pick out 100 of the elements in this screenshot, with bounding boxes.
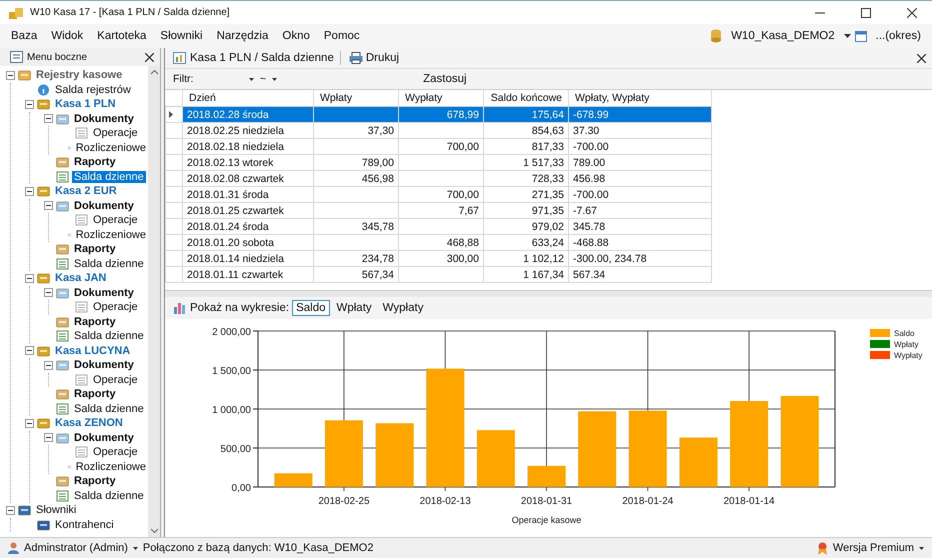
table-row[interactable]: 2018.01.11 czwartek 567,34 1 167,34 567.34 xyxy=(166,266,712,282)
close-icon[interactable] xyxy=(917,54,926,62)
table-row[interactable]: 2018.02.25 niedziela 37,30 854,63 37.30 xyxy=(166,122,712,138)
table-row[interactable]: 2018.02.08 czwartek 456,98 728,33 456.98 xyxy=(166,170,712,186)
collapse-icon[interactable] xyxy=(6,506,15,515)
series-toggle[interactable]: Wypłaty xyxy=(378,300,428,316)
series-toggle[interactable]: Wpłaty xyxy=(332,300,376,316)
tree-item[interactable]: Dokumenty xyxy=(72,200,136,212)
tree-item[interactable]: Salda dzienne xyxy=(72,170,146,183)
table-cell: 2018.02.25 niedziela xyxy=(187,124,284,136)
tree-item[interactable]: Raporty xyxy=(72,388,118,400)
tree-item[interactable]: Raporty xyxy=(72,475,118,488)
cash-box-icon xyxy=(37,417,50,430)
tree-item[interactable]: Kasa ZENON xyxy=(53,417,125,430)
apply-button[interactable]: Zastosuj xyxy=(421,73,469,85)
cash-box-icon xyxy=(37,344,50,357)
tree-item[interactable]: Kasa LUCYNA xyxy=(53,344,132,357)
bar xyxy=(376,423,414,487)
tree-item[interactable]: Rejestry kasowe xyxy=(34,69,124,82)
tree-item[interactable]: Rozliczeniowe xyxy=(74,228,148,241)
tree-item[interactable]: Salda rejestrów xyxy=(53,84,133,96)
tree-item[interactable]: Salda dzienne xyxy=(72,330,146,342)
tree-item[interactable]: Kasa 2 EUR xyxy=(53,185,119,198)
tree-item[interactable]: Operacje xyxy=(91,374,140,386)
tree-item[interactable]: Dokumenty xyxy=(72,359,136,372)
table-cell: 2018.01.20 sobota xyxy=(187,236,274,248)
close-icon[interactable] xyxy=(907,8,917,18)
collapse-icon[interactable] xyxy=(6,70,15,80)
chart-icon xyxy=(56,330,69,342)
collapse-icon[interactable] xyxy=(25,186,34,196)
table-cell: 2018.02.13 wtorek xyxy=(187,156,274,168)
collapse-icon[interactable] xyxy=(25,418,34,428)
scrollbar[interactable] xyxy=(148,66,160,537)
ribbon-icon xyxy=(816,542,828,554)
tree-item[interactable]: Dokumenty xyxy=(72,432,136,444)
menu-item[interactable]: Widok xyxy=(46,30,88,42)
database-icon xyxy=(710,29,722,43)
tree-item[interactable]: Raporty xyxy=(72,243,118,256)
menu-item[interactable]: Okno xyxy=(277,30,315,42)
tree-item[interactable]: Rozliczeniowe xyxy=(74,142,148,154)
tree-item[interactable]: Operacje xyxy=(91,301,140,314)
period-dropdown[interactable]: ...(okres) xyxy=(870,30,926,42)
collapse-icon[interactable] xyxy=(25,274,34,283)
legend-label: Wpłaty xyxy=(894,340,918,349)
tree-item[interactable]: Kasa 1 PLN xyxy=(53,98,118,110)
table-row[interactable]: 2018.01.25 czwartek 7,67 971,35 -7.67 xyxy=(166,202,712,218)
table-row[interactable]: 2018.02.18 niedziela 700,00 817,33 -700.00 xyxy=(166,138,712,154)
database-dropdown[interactable]: W10_Kasa_DEMO2 xyxy=(726,30,840,42)
table-row[interactable]: 2018.01.20 sobota 468,88 633,24 -468.88 xyxy=(166,234,712,250)
menu-item[interactable]: Pomoc xyxy=(318,30,365,42)
y-tick-label: 0,00 xyxy=(232,483,251,494)
bar xyxy=(476,430,515,487)
menu-item[interactable]: Baza xyxy=(6,30,42,42)
table-cell: 2018.02.28 środa xyxy=(187,108,269,120)
tree-item[interactable]: Rozliczeniowe xyxy=(74,460,148,473)
maximize-icon[interactable] xyxy=(861,8,871,18)
collapse-icon[interactable] xyxy=(25,346,34,356)
tree-item[interactable]: Kasa JAN xyxy=(53,272,108,284)
table-row[interactable]: 2018.01.31 środa 700,00 271,35 -700.00 xyxy=(166,186,712,202)
menu-item[interactable]: Kartoteka xyxy=(92,30,152,42)
table-row[interactable]: 2018.01.14 niedziela 234,78 300,00 1 102,12 -300.00, 234.78 xyxy=(166,250,712,266)
collapse-icon[interactable] xyxy=(44,433,53,442)
user-status[interactable]: Adminstrator (Admin) xyxy=(24,542,128,554)
close-icon[interactable] xyxy=(145,52,154,62)
print-button[interactable]: Drukuj xyxy=(346,52,402,64)
tree-item[interactable]: Salda dzienne xyxy=(72,490,146,502)
table-cell: 175,64 xyxy=(532,108,564,120)
tree-item[interactable]: Dokumenty xyxy=(72,112,136,125)
table-row[interactable]: 2018.02.13 wtorek 789,00 1 517,33 789.00 xyxy=(166,154,712,170)
table-cell: 37.30 xyxy=(573,124,600,136)
tree-item[interactable]: Operacje xyxy=(91,446,140,458)
dropdown-arrow-icon[interactable] xyxy=(919,546,924,550)
table-cell: 789.00 xyxy=(573,156,606,168)
dropdown-arrow-icon[interactable] xyxy=(844,34,851,38)
scroll-up-icon[interactable] xyxy=(150,70,158,75)
tree-item[interactable]: Raporty xyxy=(72,316,118,328)
collapse-icon[interactable] xyxy=(44,114,53,124)
collapse-icon[interactable] xyxy=(44,360,53,370)
collapse-icon[interactable] xyxy=(44,201,53,210)
menu-item[interactable]: Narzędzia xyxy=(212,30,274,42)
edition-status[interactable]: Wersja Premium xyxy=(832,542,914,554)
tree-item[interactable]: Operacje xyxy=(91,127,140,140)
table-row[interactable]: 2018.02.28 środa 678,99 175,64 -678.99 xyxy=(166,106,712,122)
tree-item[interactable]: Operacje xyxy=(91,214,140,226)
dropdown-arrow-icon[interactable] xyxy=(249,78,254,80)
scroll-down-icon[interactable] xyxy=(150,528,158,533)
tree-item[interactable]: Salda dzienne xyxy=(72,402,146,415)
tree-item[interactable]: Słowniki xyxy=(34,504,78,516)
tree-item[interactable]: Raporty xyxy=(72,156,118,168)
dropdown-arrow-icon[interactable] xyxy=(272,78,278,80)
table-row[interactable]: 2018.01.24 środa 345,78 979,02 345.78 xyxy=(166,218,712,234)
series-toggle[interactable]: Saldo xyxy=(292,300,330,316)
tree-item[interactable]: Kontrahenci xyxy=(53,518,116,531)
table-cell: 971,35 xyxy=(532,204,564,216)
collapse-icon[interactable] xyxy=(44,288,53,298)
tree-item[interactable]: Salda dzienne xyxy=(72,258,146,270)
tree-item[interactable]: Dokumenty xyxy=(72,286,136,299)
menu-item[interactable]: Słowniki xyxy=(155,30,208,42)
dropdown-arrow-icon[interactable] xyxy=(132,546,138,550)
collapse-icon[interactable] xyxy=(25,100,34,109)
